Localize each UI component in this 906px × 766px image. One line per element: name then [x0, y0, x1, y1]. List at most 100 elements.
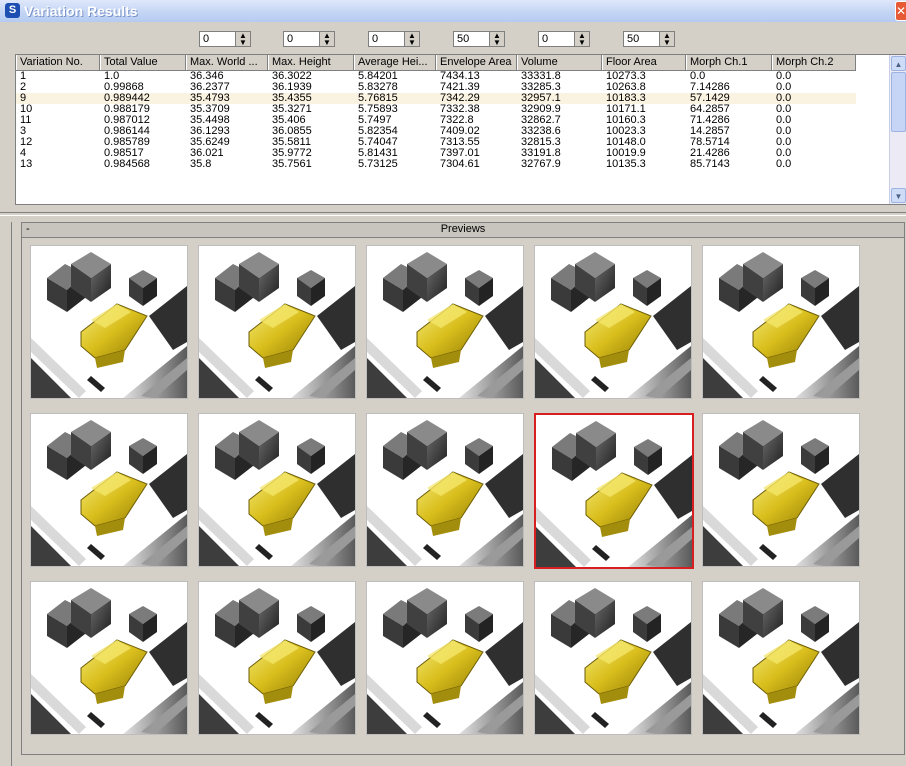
spinner-arrows-icon[interactable]: ▲ ▼: [659, 31, 675, 47]
scroll-down-icon[interactable]: ▼: [891, 188, 906, 203]
column-header[interactable]: Total Value: [100, 55, 186, 70]
table-cell: 35.406: [272, 115, 306, 126]
table-cell: 10171.1: [606, 104, 646, 115]
weight-spinner-field[interactable]: 0: [199, 31, 235, 47]
previews-title: Previews: [440, 223, 486, 235]
table-cell: 5.82354: [358, 126, 398, 137]
table-row[interactable]: 13 0.984568 35.8 35.7561 5.73125 7304.61 32767…: [16, 159, 856, 170]
table-row[interactable]: 11 0.987012 35.4498 35.406 5.7497 7322.8 32862…: [16, 115, 856, 126]
weight-spinner-field[interactable]: 0: [368, 31, 404, 47]
building-model-render: [536, 415, 692, 567]
close-button[interactable]: ✕: [895, 1, 906, 21]
table-cell: 21.4286: [690, 148, 730, 159]
column-header[interactable]: Max. World ...: [186, 55, 268, 70]
weight-spinner[interactable]: 50 ▲ ▼: [453, 31, 505, 47]
table-row[interactable]: 12 0.985789 35.6249 35.5811 5.74047 7313.55 32…: [16, 137, 856, 148]
variation-results-window: S Variation Results ✕ 0 ▲ ▼ 0 ▲ ▼ 0 ▲ ▼ 50 ▲ ▼ 0 ▲ ▼ 50…: [0, 0, 906, 766]
spinner-arrows-icon[interactable]: ▲ ▼: [489, 31, 505, 47]
table-row[interactable]: 3 0.986144 36.1293 36.0855 5.82354 7409.02 332…: [16, 126, 856, 137]
column-header[interactable]: Envelope Area: [436, 55, 517, 70]
preview-thumbnail[interactable]: [366, 581, 524, 735]
preview-thumbnail[interactable]: [534, 245, 692, 399]
table-cell: 7332.38: [440, 104, 480, 115]
column-header[interactable]: Morph Ch.2: [772, 55, 856, 70]
preview-thumbnail[interactable]: [30, 245, 188, 399]
weight-spinner[interactable]: 0 ▲ ▼: [368, 31, 420, 47]
preview-thumbnail[interactable]: [366, 413, 524, 567]
table-body: 1 1.0 36.346 36.3022 5.84201 7434.13 33331.8 10…: [16, 71, 856, 170]
table-cell: 0.986144: [104, 126, 150, 137]
preview-thumbnail[interactable]: [534, 413, 694, 569]
previews-rollout: - Previews: [21, 222, 905, 755]
table-row[interactable]: 9 0.989442 35.4793 35.4355 5.76815 7342.29 329…: [16, 93, 856, 104]
table-cell: 35.8: [190, 159, 212, 170]
table-cell: 5.81431: [358, 148, 398, 159]
preview-thumbnail[interactable]: [30, 581, 188, 735]
table-cell: 35.9772: [272, 148, 312, 159]
table-cell: 10160.3: [606, 115, 646, 126]
table-cell: 5.76815: [358, 93, 398, 104]
table-scrollbar[interactable]: ▲ ▼: [889, 55, 906, 204]
table-cell: 7322.8: [440, 115, 474, 126]
preview-thumbnail[interactable]: [198, 413, 356, 567]
preview-thumbnail[interactable]: [702, 245, 860, 399]
scroll-thumb[interactable]: [891, 72, 906, 132]
building-model-render: [367, 582, 523, 734]
spinner-arrows-icon[interactable]: ▲ ▼: [235, 31, 251, 47]
weight-spinner[interactable]: 0 ▲ ▼: [199, 31, 251, 47]
table-cell: 35.7561: [272, 159, 312, 170]
title-bar[interactable]: S Variation Results ✕: [0, 0, 906, 22]
column-header[interactable]: Volume: [517, 55, 602, 70]
weight-spinner[interactable]: 0 ▲ ▼: [538, 31, 590, 47]
table-cell: 0.0: [776, 126, 792, 137]
table-cell: 35.5811: [272, 137, 311, 148]
preview-thumbnail[interactable]: [534, 581, 692, 735]
table-cell: 36.1939: [272, 82, 312, 93]
table-header: Variation No. Total Value Max. World ... Ma…: [16, 55, 856, 71]
table-cell: 3: [20, 126, 27, 137]
table-cell: 35.4355: [272, 93, 312, 104]
spinner-arrows-icon[interactable]: ▲ ▼: [319, 31, 335, 47]
weight-spinner-field[interactable]: 50: [623, 31, 659, 47]
previews-rollout-header[interactable]: - Previews: [22, 223, 904, 238]
weight-spinner-field[interactable]: 0: [283, 31, 319, 47]
column-header[interactable]: Average Hei...: [354, 55, 436, 70]
table-cell: 36.2377: [190, 82, 230, 93]
table-cell: 14.2857: [690, 126, 730, 137]
table-cell: 5.84201: [358, 71, 398, 82]
preview-thumbnail[interactable]: [366, 245, 524, 399]
preview-thumbnail[interactable]: [702, 413, 860, 567]
left-edge: [11, 222, 14, 766]
spinner-arrows-icon[interactable]: ▲ ▼: [574, 31, 590, 47]
table-row[interactable]: 4 0.98517 36.021 35.9772 5.81431 7397.01 33191…: [16, 148, 856, 159]
table-cell: 10148.0: [606, 137, 646, 148]
table-cell: 0.0: [776, 115, 792, 126]
weight-spinner[interactable]: 50 ▲ ▼: [623, 31, 675, 47]
scroll-up-icon[interactable]: ▲: [891, 56, 906, 71]
table-row[interactable]: 1 1.0 36.346 36.3022 5.84201 7434.13 33331.8 10…: [16, 71, 856, 82]
table-row[interactable]: 2 0.99868 36.2377 36.1939 5.83278 7421.39 3328…: [16, 82, 856, 93]
table-cell: 0.0: [690, 71, 706, 82]
column-header[interactable]: Variation No.: [16, 55, 100, 70]
preview-thumbnail[interactable]: [702, 581, 860, 735]
column-header[interactable]: Floor Area: [602, 55, 686, 70]
preview-thumbnail[interactable]: [198, 581, 356, 735]
building-model-render: [535, 246, 691, 398]
column-header[interactable]: Morph Ch.1: [686, 55, 772, 70]
spinner-arrows-icon[interactable]: ▲ ▼: [404, 31, 420, 47]
column-header[interactable]: Max. Height: [268, 55, 354, 70]
preview-thumbnail[interactable]: [30, 413, 188, 567]
table-cell: 0.0: [776, 82, 792, 93]
table-cell: 35.6249: [190, 137, 230, 148]
table-cell: 7421.39: [440, 82, 480, 93]
table-cell: 0.984568: [104, 159, 150, 170]
table-cell: 33191.8: [521, 148, 561, 159]
weight-spinner[interactable]: 0 ▲ ▼: [283, 31, 335, 47]
preview-thumbnail[interactable]: [198, 245, 356, 399]
weight-spinner-field[interactable]: 0: [538, 31, 574, 47]
table-row[interactable]: 10 0.988179 35.3709 35.3271 5.75893 7332.38 32…: [16, 104, 856, 115]
table-cell: 33285.3: [521, 82, 561, 93]
weight-spinner-field[interactable]: 50: [453, 31, 489, 47]
building-model-render: [703, 246, 859, 398]
results-table: Variation No. Total Value Max. World ... Ma…: [15, 54, 906, 205]
